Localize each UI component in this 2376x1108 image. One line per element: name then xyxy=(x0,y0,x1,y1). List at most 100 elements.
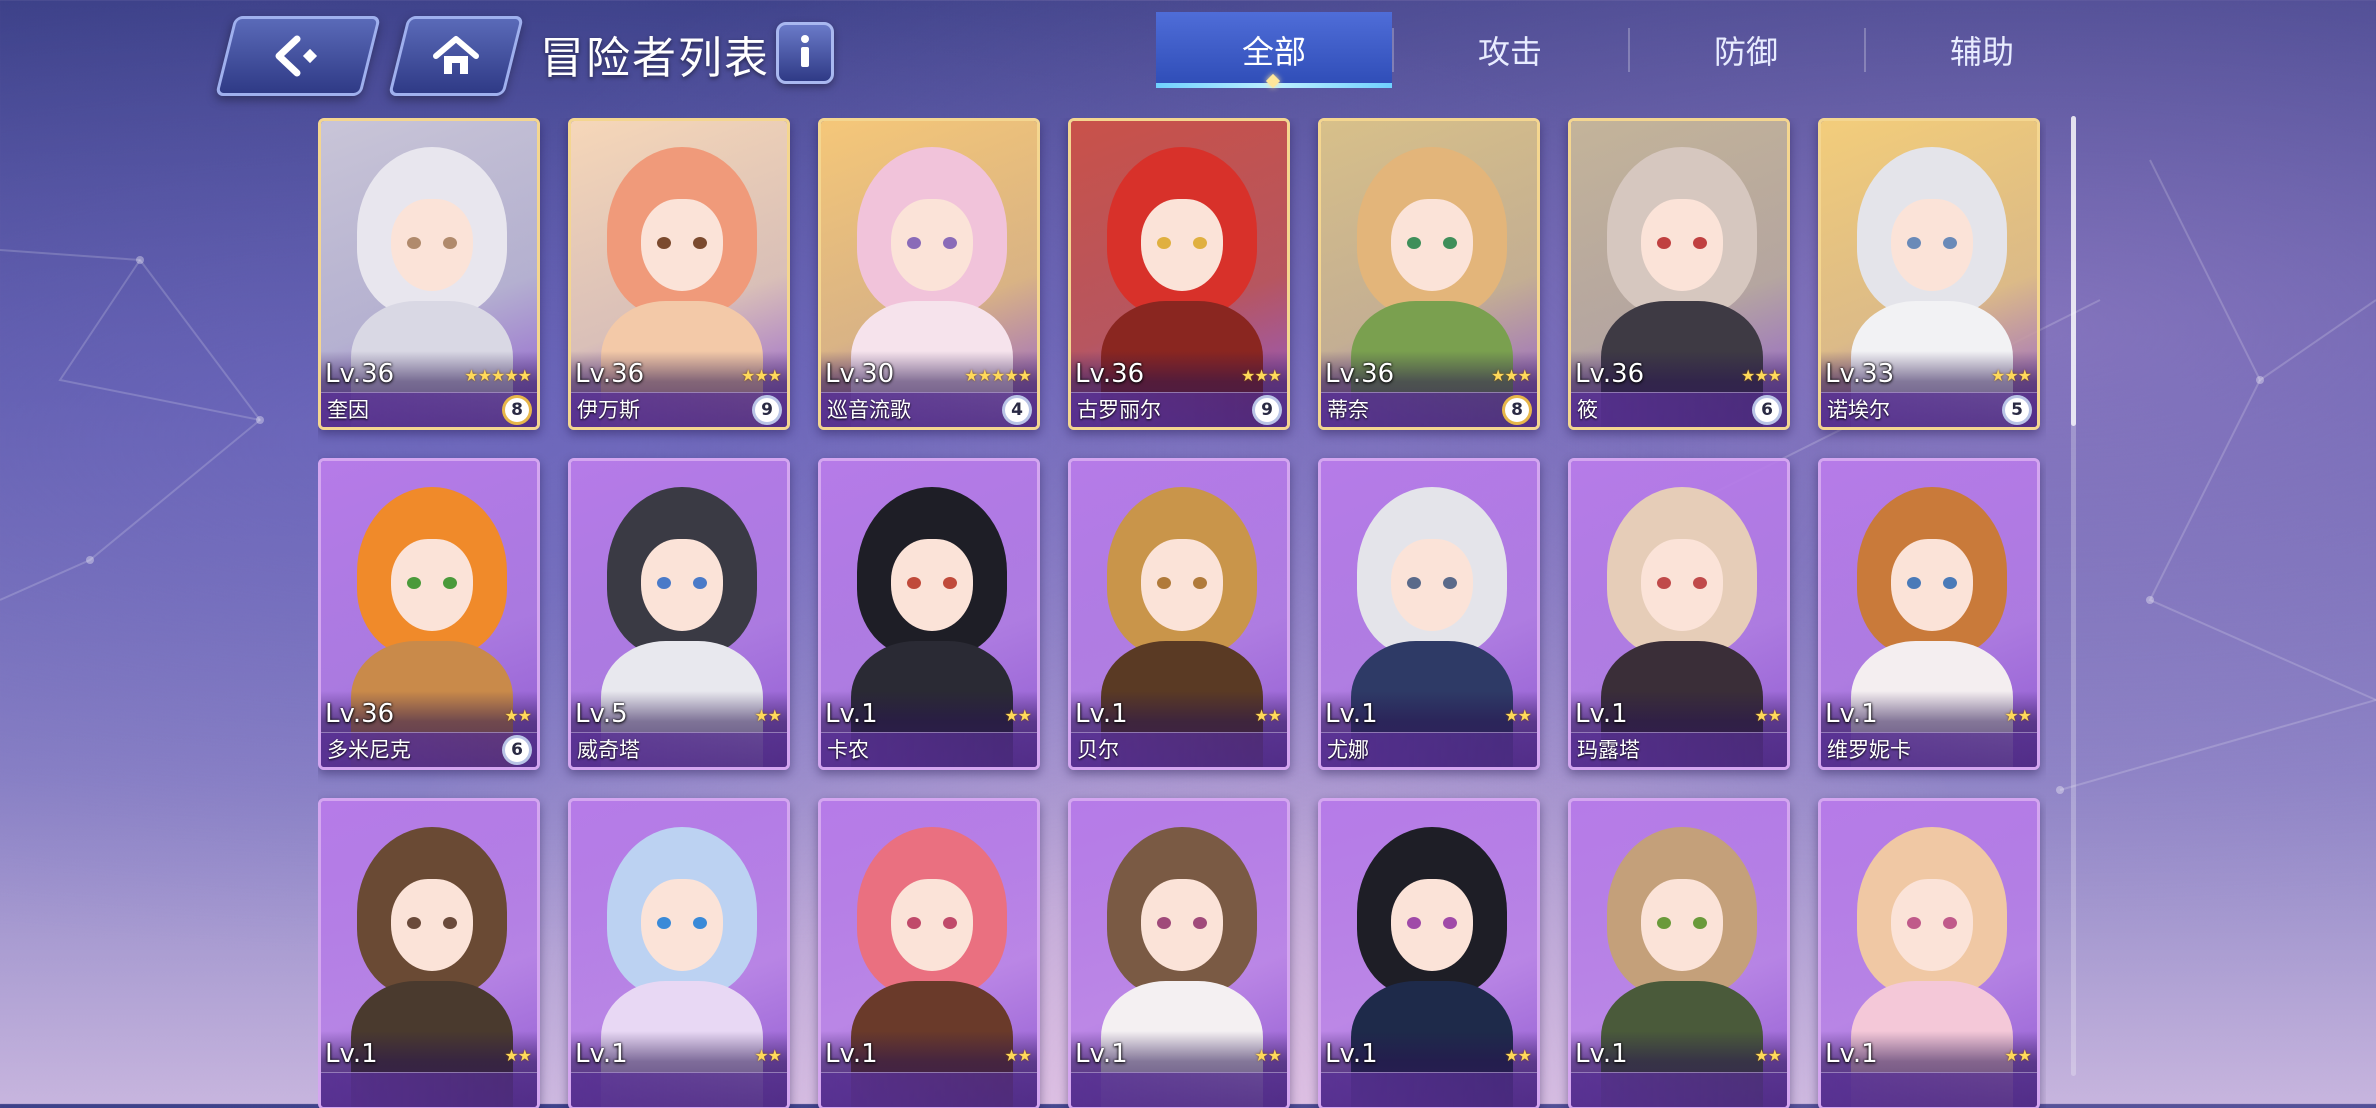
star-icon: ★ xyxy=(1517,1046,1532,1065)
star-rating: ★★ xyxy=(504,1046,532,1065)
portrait-face xyxy=(891,539,973,631)
portrait-eye xyxy=(1407,237,1421,249)
back-button[interactable] xyxy=(215,16,381,96)
info-icon xyxy=(795,33,815,73)
adventurer-card[interactable]: Lv.30 ★★★★★ 巡音流歌 4 xyxy=(818,118,1040,430)
adventurer-card[interactable]: Lv.1 ★★ 尤娜 xyxy=(1318,458,1540,770)
name-bar: 蒂奈 8 xyxy=(1321,392,1537,427)
portrait-eye xyxy=(1157,577,1171,589)
star-icon: ★ xyxy=(504,1046,518,1065)
portrait-eye xyxy=(443,577,457,589)
tab-attack[interactable]: 攻击 xyxy=(1392,12,1628,88)
adventurer-level: Lv.1 xyxy=(1825,1039,1878,1069)
adventurer-level: Lv.36 xyxy=(1325,359,1395,389)
portrait-eye xyxy=(1157,237,1171,249)
portrait-eye xyxy=(1907,237,1921,249)
portrait-eye xyxy=(1943,577,1957,589)
adventurer-level: Lv.1 xyxy=(575,1039,628,1069)
adventurer-card[interactable]: Lv.33 ★★★ 诺埃尔 5 xyxy=(1818,118,2040,430)
name-bar xyxy=(1321,1072,1537,1107)
star-icon: ★ xyxy=(1254,366,1268,385)
name-bar: 诺埃尔 5 xyxy=(1821,392,2037,427)
star-icon: ★ xyxy=(1504,366,1518,385)
adventurer-level: Lv.1 xyxy=(1325,699,1378,729)
adventurer-card[interactable]: Lv.1 ★★ xyxy=(1818,798,2040,1108)
star-rating: ★★★ xyxy=(1741,366,1782,385)
adventurer-name: 威奇塔 xyxy=(577,738,640,762)
adventurer-level: Lv.1 xyxy=(825,1039,878,1069)
portrait-face xyxy=(391,199,473,291)
name-bar: 筱6 xyxy=(1571,392,1787,427)
name-bar: 巡音流歌 4 xyxy=(821,392,1037,427)
star-rating: ★★ xyxy=(754,706,782,725)
tab-support[interactable]: 辅助 xyxy=(1864,12,2100,88)
adventurer-card[interactable]: Lv.1 ★★ xyxy=(1318,798,1540,1108)
adventurer-card[interactable]: Lv.1 ★★ 维罗妮卡 xyxy=(1818,458,2040,770)
star-rating: ★★★★★ xyxy=(464,366,532,385)
portrait-eye xyxy=(1157,917,1171,929)
grid-scrollbar[interactable] xyxy=(2071,116,2076,1076)
adventurer-card[interactable]: Lv.36 ★★ 多米尼克 6 xyxy=(318,458,540,770)
portrait-eye xyxy=(1693,917,1707,929)
info-button[interactable] xyxy=(776,22,834,84)
star-icon: ★ xyxy=(504,706,518,725)
portrait-eye xyxy=(1693,237,1707,249)
adventurer-card[interactable]: Lv.1 ★★ xyxy=(1068,798,1290,1108)
star-icon: ★ xyxy=(2004,366,2018,385)
portrait-face xyxy=(1891,199,1973,291)
star-icon: ★ xyxy=(1990,366,2005,385)
adventurer-card[interactable]: Lv.1 ★★ xyxy=(1568,798,1790,1108)
star-icon: ★ xyxy=(1754,706,1768,725)
adventurer-level: Lv.1 xyxy=(325,1039,378,1069)
name-bar: 维罗妮卡 xyxy=(1821,732,2037,767)
adventurer-level: Lv.1 xyxy=(1075,699,1128,729)
star-rating: ★★ xyxy=(1754,1046,1782,1065)
portrait-eye xyxy=(907,577,921,589)
adventurer-card[interactable]: Lv.1 ★★ 贝尔 xyxy=(1068,458,1290,770)
name-bar xyxy=(1571,1072,1787,1107)
rank-badge: 6 xyxy=(505,738,529,762)
star-icon: ★ xyxy=(767,1046,782,1065)
adventurer-card[interactable]: Lv.5 ★★ 威奇塔 xyxy=(568,458,790,770)
rank-badge: 9 xyxy=(755,398,779,422)
adventurer-level: Lv.36 xyxy=(575,359,645,389)
star-icon: ★ xyxy=(1004,706,1018,725)
star-rating: ★★★ xyxy=(1241,366,1282,385)
name-bar: 玛露塔 xyxy=(1571,732,1787,767)
adventurer-card[interactable]: Lv.36 ★★★ 蒂奈 8 xyxy=(1318,118,1540,430)
portrait-eye xyxy=(1443,577,1457,589)
portrait-eye xyxy=(443,237,457,249)
portrait-eye xyxy=(693,917,707,929)
adventurer-name: 贝尔 xyxy=(1077,738,1119,762)
back-arrow-icon xyxy=(271,33,325,79)
adventurer-card[interactable]: Lv.1 ★★ xyxy=(818,798,1040,1108)
scrollbar-thumb[interactable] xyxy=(2071,116,2076,426)
adventurer-card[interactable]: Lv.36 ★★★★★ 奎因 8 xyxy=(318,118,540,430)
portrait-eye xyxy=(407,577,421,589)
star-icon: ★ xyxy=(1267,1046,1282,1065)
rank-badge: 9 xyxy=(1255,398,1279,422)
adventurer-card[interactable]: Lv.1 ★★ 玛露塔 xyxy=(1568,458,1790,770)
adventurer-card[interactable]: Lv.36 ★★★ 伊万斯 9 xyxy=(568,118,790,430)
star-icon: ★ xyxy=(1767,1046,1782,1065)
adventurer-card[interactable]: Lv.36 ★★★ 筱 6 xyxy=(1568,118,1790,430)
adventurer-name: 玛露塔 xyxy=(1577,738,1640,762)
star-icon: ★ xyxy=(2004,706,2018,725)
adventurer-card[interactable]: Lv.1 ★★ xyxy=(568,798,790,1108)
adventurer-card[interactable]: Lv.1 ★★ 卡农 xyxy=(818,458,1040,770)
star-rating: ★★ xyxy=(1004,706,1032,725)
portrait-eye xyxy=(693,237,707,249)
portrait-eye xyxy=(1657,917,1671,929)
adventurer-level: Lv.1 xyxy=(1075,1039,1128,1069)
star-icon: ★ xyxy=(1517,366,1532,385)
home-button[interactable] xyxy=(388,16,524,96)
portrait-eye xyxy=(943,237,957,249)
adventurer-card[interactable]: Lv.36 ★★★ 古罗丽尔 9 xyxy=(1068,118,1290,430)
adventurer-level: Lv.1 xyxy=(1575,699,1628,729)
name-bar xyxy=(821,1072,1037,1107)
star-icon: ★ xyxy=(2017,366,2032,385)
tab-defense[interactable]: 防御 xyxy=(1628,12,1864,88)
star-rating: ★★ xyxy=(2004,706,2032,725)
adventurer-card[interactable]: Lv.1 ★★ xyxy=(318,798,540,1108)
portrait-eye xyxy=(1907,917,1921,929)
